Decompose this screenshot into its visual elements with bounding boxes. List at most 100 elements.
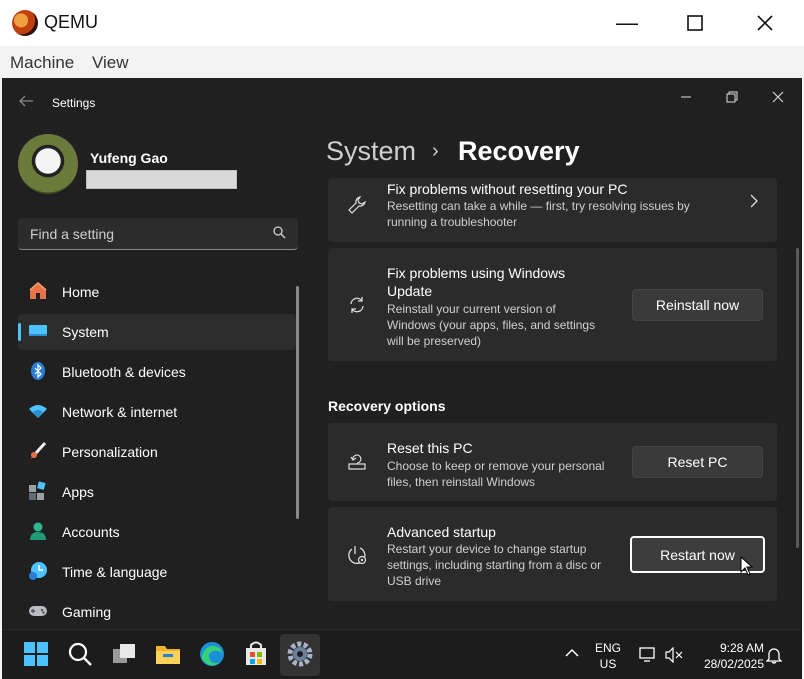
taskbar: ENG US 9:28 AM 28/02/2025 (2, 629, 802, 679)
card-description: Restart your device to change startup (387, 542, 587, 556)
search-icon (273, 226, 286, 242)
chevron-right-icon (749, 194, 759, 213)
avatar[interactable] (18, 134, 78, 194)
store-icon[interactable] (242, 640, 270, 668)
notification-bell-icon[interactable] (766, 646, 782, 664)
maximize-icon (687, 15, 703, 31)
card-description: USB drive (387, 574, 442, 588)
sidebar-item-label: Apps (62, 484, 94, 500)
task-view-icon[interactable] (110, 640, 138, 668)
clock-icon (29, 562, 47, 580)
reset-pc-button[interactable]: Reset PC (632, 446, 763, 478)
edge-icon[interactable] (198, 640, 226, 668)
advanced-startup-icon (346, 545, 368, 567)
apps-icon (29, 481, 46, 500)
search-icon[interactable] (66, 640, 94, 668)
region-code: US (599, 657, 617, 671)
sidebar-item-label: Time & language (62, 564, 168, 580)
sidebar-scrollbar[interactable] (296, 286, 299, 519)
card-title: Reset this PC (387, 440, 473, 456)
sidebar-item-label: Home (62, 284, 100, 300)
gamepad-icon (29, 606, 47, 616)
card-description: Windows (your apps, files, and settings (387, 318, 596, 332)
card-title: Update (387, 283, 433, 299)
close-icon (757, 15, 773, 31)
section-heading: Recovery options (328, 398, 446, 414)
sidebar-item-label: Network & internet (62, 404, 178, 420)
sidebar-item-system[interactable]: System (18, 314, 296, 350)
sidebar-item-label: Gaming (62, 604, 112, 620)
settings-restore-button[interactable] (712, 86, 752, 108)
qemu-window-title: QEMU (44, 12, 98, 32)
card-title: Advanced startup (387, 524, 496, 540)
search-input[interactable]: Find a setting (18, 218, 298, 250)
qemu-minimize-button[interactable]: — (604, 8, 650, 38)
card-description: Reinstall your current version of (387, 302, 556, 316)
sidebar-item-accounts[interactable]: Accounts (18, 514, 296, 550)
settings-close-button[interactable] (758, 86, 798, 108)
sidebar-item-personalization[interactable]: Personalization (18, 434, 296, 470)
wrench-icon (346, 194, 368, 216)
date: 28/02/2025 (703, 657, 764, 671)
card-title: Fix problems without resetting your PC (387, 181, 628, 197)
chevron-up-icon[interactable] (565, 648, 579, 658)
guest-screen: Settings Yufeng Gao Find a setting Home … (2, 78, 802, 629)
settings-minimize-button[interactable] (666, 86, 706, 108)
qemu-menubar: Machine View (0, 46, 804, 78)
breadcrumb-system[interactable]: System (326, 136, 416, 167)
card-windows-update: Fix problems using Windows Update Reinst… (328, 248, 777, 361)
language-indicator[interactable]: ENG US (595, 640, 621, 672)
settings-icon[interactable] (286, 640, 314, 668)
sidebar-item-label: Bluetooth & devices (62, 364, 186, 380)
person-icon (30, 522, 46, 540)
card-description: Resetting can take a while — first, try … (387, 199, 690, 213)
page-title: Recovery (458, 136, 580, 166)
menu-view[interactable]: View (92, 53, 129, 73)
clock[interactable]: 9:28 AM 28/02/2025 (692, 640, 764, 672)
user-name: Yufeng Gao (90, 150, 168, 166)
menu-machine[interactable]: Machine (10, 53, 74, 73)
network-icon[interactable] (639, 647, 657, 663)
minimize-icon (681, 96, 691, 98)
reset-pc-icon (346, 451, 368, 473)
sidebar-item-label: Accounts (62, 524, 120, 540)
sync-icon (346, 294, 368, 316)
system-icon (29, 325, 47, 336)
back-arrow-icon[interactable] (18, 94, 34, 112)
card-title: Fix problems using Windows (387, 265, 566, 281)
wifi-icon (29, 405, 47, 418)
breadcrumb-separator: › (432, 140, 439, 162)
card-description: settings, including starting from a disc… (387, 558, 602, 572)
qemu-close-button[interactable] (742, 8, 788, 38)
time: 9:28 AM (719, 641, 764, 655)
sidebar-item-time-language[interactable]: Time & language (18, 554, 296, 590)
sidebar-item-network[interactable]: Network & internet (18, 394, 296, 430)
card-description: files, then reinstall Windows (387, 475, 536, 489)
main-scrollbar[interactable] (796, 248, 799, 548)
card-fix-problems[interactable]: Fix problems without resetting your PC R… (328, 178, 777, 242)
sidebar-item-home[interactable]: Home (18, 274, 296, 310)
language-code: ENG (595, 641, 622, 655)
restore-icon (726, 91, 738, 103)
close-icon (772, 91, 784, 103)
mouse-cursor-icon (740, 555, 754, 581)
qemu-maximize-button[interactable] (672, 8, 718, 38)
search-placeholder: Find a setting (30, 226, 115, 242)
brush-icon (30, 441, 47, 459)
sidebar-item-apps[interactable]: Apps (18, 474, 296, 510)
start-icon[interactable] (22, 640, 50, 668)
settings-window-title: Settings (52, 96, 96, 110)
card-description: will be preserved) (387, 334, 482, 348)
volume-muted-icon[interactable] (665, 647, 683, 663)
user-email-redacted (86, 170, 237, 189)
file-explorer-icon[interactable] (154, 640, 182, 668)
bluetooth-icon (31, 362, 45, 380)
card-advanced-startup: Advanced startup Restart your device to … (328, 507, 777, 601)
sidebar-item-gaming[interactable]: Gaming (18, 594, 296, 629)
card-description: Choose to keep or remove your personal (387, 459, 605, 473)
qemu-titlebar: QEMU — (0, 0, 804, 46)
qemu-logo-icon (12, 10, 38, 36)
reinstall-now-button[interactable]: Reinstall now (632, 289, 763, 321)
selection-indicator (18, 323, 21, 341)
sidebar-item-bluetooth[interactable]: Bluetooth & devices (18, 354, 296, 390)
